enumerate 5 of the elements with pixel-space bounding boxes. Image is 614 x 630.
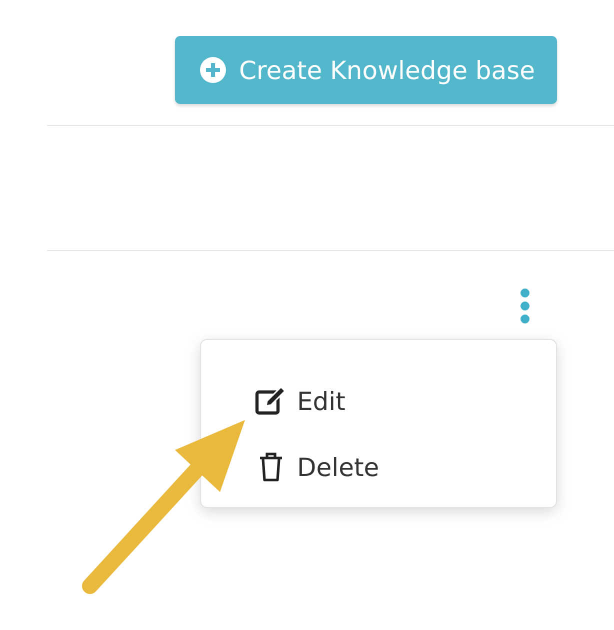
menu-item[interactable]: Edit [255,376,556,426]
plus-circle-icon [199,56,228,84]
more-icon[interactable] [520,288,530,324]
menu-item[interactable]: Delete [255,442,556,492]
edit-icon [255,386,287,416]
